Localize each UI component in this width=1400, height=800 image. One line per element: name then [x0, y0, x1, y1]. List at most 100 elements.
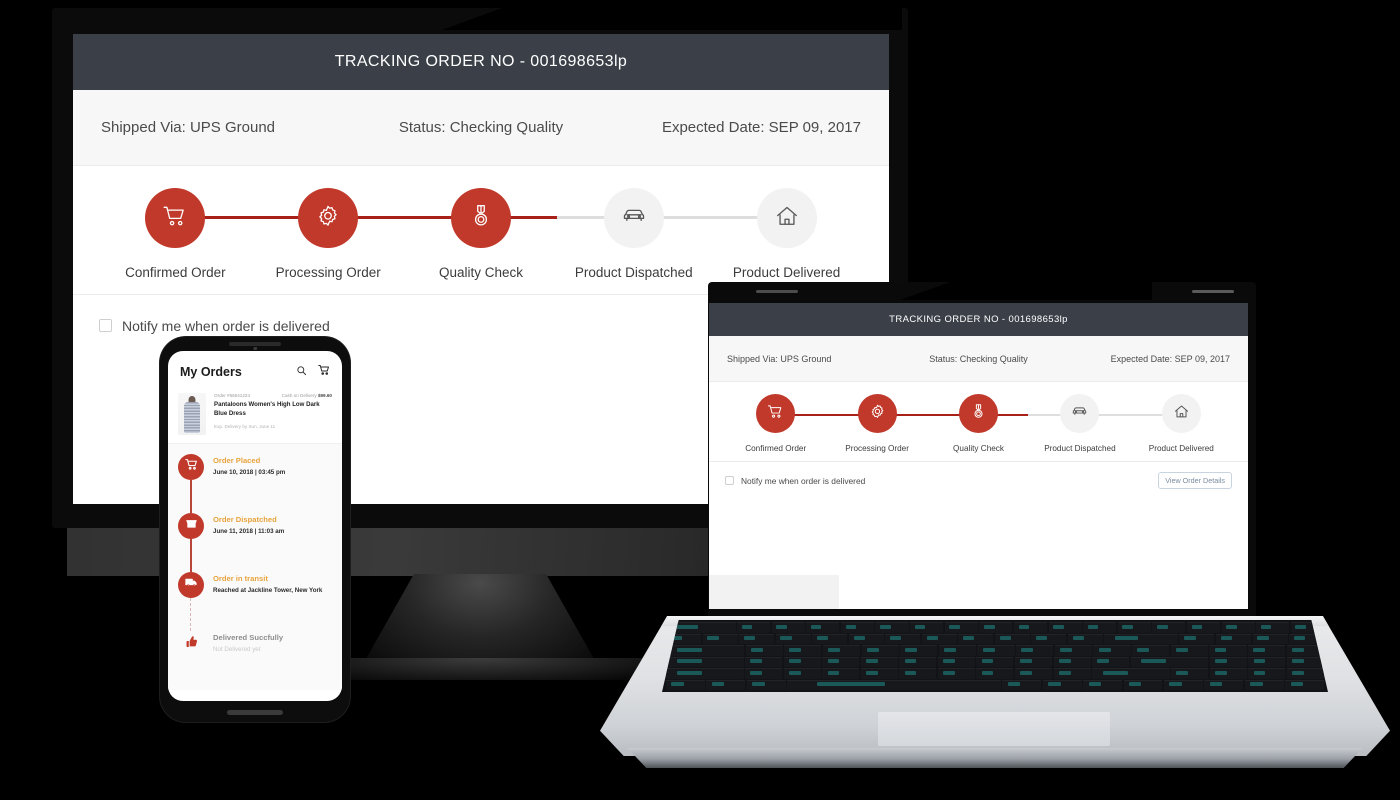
key[interactable]: [666, 633, 702, 644]
step-processing-order[interactable]: Processing Order: [826, 394, 927, 453]
key[interactable]: [739, 633, 775, 644]
notify-checkbox[interactable]: [99, 319, 112, 332]
key[interactable]: [1093, 645, 1131, 656]
key[interactable]: [822, 645, 861, 656]
key[interactable]: [944, 622, 978, 633]
key[interactable]: [666, 645, 745, 656]
step-confirmed-order[interactable]: Confirmed Order: [725, 394, 826, 453]
key[interactable]: [702, 633, 738, 644]
step-processing-order[interactable]: Processing Order: [252, 188, 405, 280]
key[interactable]: [979, 622, 1013, 633]
key[interactable]: [1248, 668, 1286, 679]
key[interactable]: [976, 656, 1014, 667]
key[interactable]: [1286, 668, 1324, 679]
key[interactable]: [1285, 679, 1324, 690]
key[interactable]: [1289, 633, 1325, 644]
key[interactable]: [666, 668, 744, 679]
key[interactable]: [938, 645, 976, 656]
key[interactable]: [1092, 668, 1170, 679]
key[interactable]: [910, 622, 944, 633]
key[interactable]: [937, 656, 975, 667]
shopping-cart-icon[interactable]: [318, 363, 330, 381]
key[interactable]: [1132, 645, 1170, 656]
step-product-delivered[interactable]: Product Delivered: [1131, 394, 1232, 453]
key[interactable]: [1209, 645, 1247, 656]
key[interactable]: [899, 656, 937, 667]
key[interactable]: [1179, 633, 1215, 644]
key[interactable]: [976, 668, 1014, 679]
key[interactable]: [1186, 622, 1221, 633]
key[interactable]: [706, 679, 746, 690]
key[interactable]: [737, 622, 771, 633]
key[interactable]: [1130, 656, 1209, 667]
key[interactable]: [745, 656, 783, 667]
spacebar-key[interactable]: [787, 679, 1001, 690]
key[interactable]: [900, 645, 938, 656]
key[interactable]: [812, 633, 848, 644]
key[interactable]: [860, 656, 898, 667]
key[interactable]: [840, 622, 874, 633]
key[interactable]: [994, 633, 1030, 644]
key[interactable]: [1053, 656, 1091, 667]
laptop-keyboard[interactable]: [662, 620, 1328, 692]
step-product-delivered[interactable]: Product Delivered: [710, 188, 863, 280]
key[interactable]: [1163, 679, 1203, 690]
step-quality-check[interactable]: Quality Check: [928, 394, 1029, 453]
view-order-details-button[interactable]: View Order Details: [1158, 472, 1232, 489]
key[interactable]: [745, 645, 783, 656]
step-quality-check[interactable]: Quality Check: [405, 188, 558, 280]
key[interactable]: [1016, 645, 1054, 656]
step-confirmed-order[interactable]: Confirmed Order: [99, 188, 252, 280]
key[interactable]: [1048, 622, 1082, 633]
key[interactable]: [848, 633, 884, 644]
key[interactable]: [771, 622, 805, 633]
key[interactable]: [1209, 668, 1247, 679]
key[interactable]: [861, 645, 899, 656]
key[interactable]: [1031, 633, 1067, 644]
key[interactable]: [1248, 645, 1286, 656]
key[interactable]: [1170, 645, 1208, 656]
key[interactable]: [775, 633, 811, 644]
step-product-dispatched[interactable]: Product Dispatched: [557, 188, 710, 280]
key[interactable]: [1083, 679, 1123, 690]
key[interactable]: [875, 622, 909, 633]
key[interactable]: [1171, 668, 1209, 679]
key[interactable]: [1104, 633, 1178, 644]
search-icon[interactable]: [296, 363, 307, 381]
order-summary-card[interactable]: Order #66541224 Cash on Delivery $99.60 …: [168, 389, 342, 444]
key[interactable]: [1215, 633, 1251, 644]
key[interactable]: [783, 656, 821, 667]
key[interactable]: [860, 668, 898, 679]
key[interactable]: [1209, 656, 1247, 667]
key[interactable]: [1083, 622, 1117, 633]
key[interactable]: [977, 645, 1015, 656]
step-product-dispatched[interactable]: Product Dispatched: [1029, 394, 1130, 453]
key[interactable]: [1054, 645, 1092, 656]
key[interactable]: [1248, 656, 1286, 667]
key[interactable]: [1204, 679, 1244, 690]
key[interactable]: [1013, 622, 1048, 633]
key[interactable]: [783, 668, 821, 679]
notify-checkbox[interactable]: [725, 476, 734, 485]
key[interactable]: [1014, 656, 1053, 667]
key[interactable]: [1002, 679, 1042, 690]
key[interactable]: [1123, 679, 1163, 690]
key[interactable]: [784, 645, 822, 656]
key[interactable]: [1014, 668, 1053, 679]
key[interactable]: [958, 633, 994, 644]
key[interactable]: [899, 668, 937, 679]
key[interactable]: [1286, 656, 1324, 667]
key[interactable]: [885, 633, 921, 644]
key[interactable]: [746, 679, 786, 690]
laptop-trackpad[interactable]: [878, 712, 1110, 746]
key[interactable]: [1067, 633, 1103, 644]
key[interactable]: [921, 633, 957, 644]
key[interactable]: [666, 656, 744, 667]
key[interactable]: [1042, 679, 1082, 690]
key[interactable]: [1256, 622, 1290, 633]
key[interactable]: [1286, 645, 1324, 656]
key[interactable]: [1092, 656, 1130, 667]
key[interactable]: [822, 668, 860, 679]
key[interactable]: [666, 679, 705, 690]
key[interactable]: [1244, 679, 1284, 690]
